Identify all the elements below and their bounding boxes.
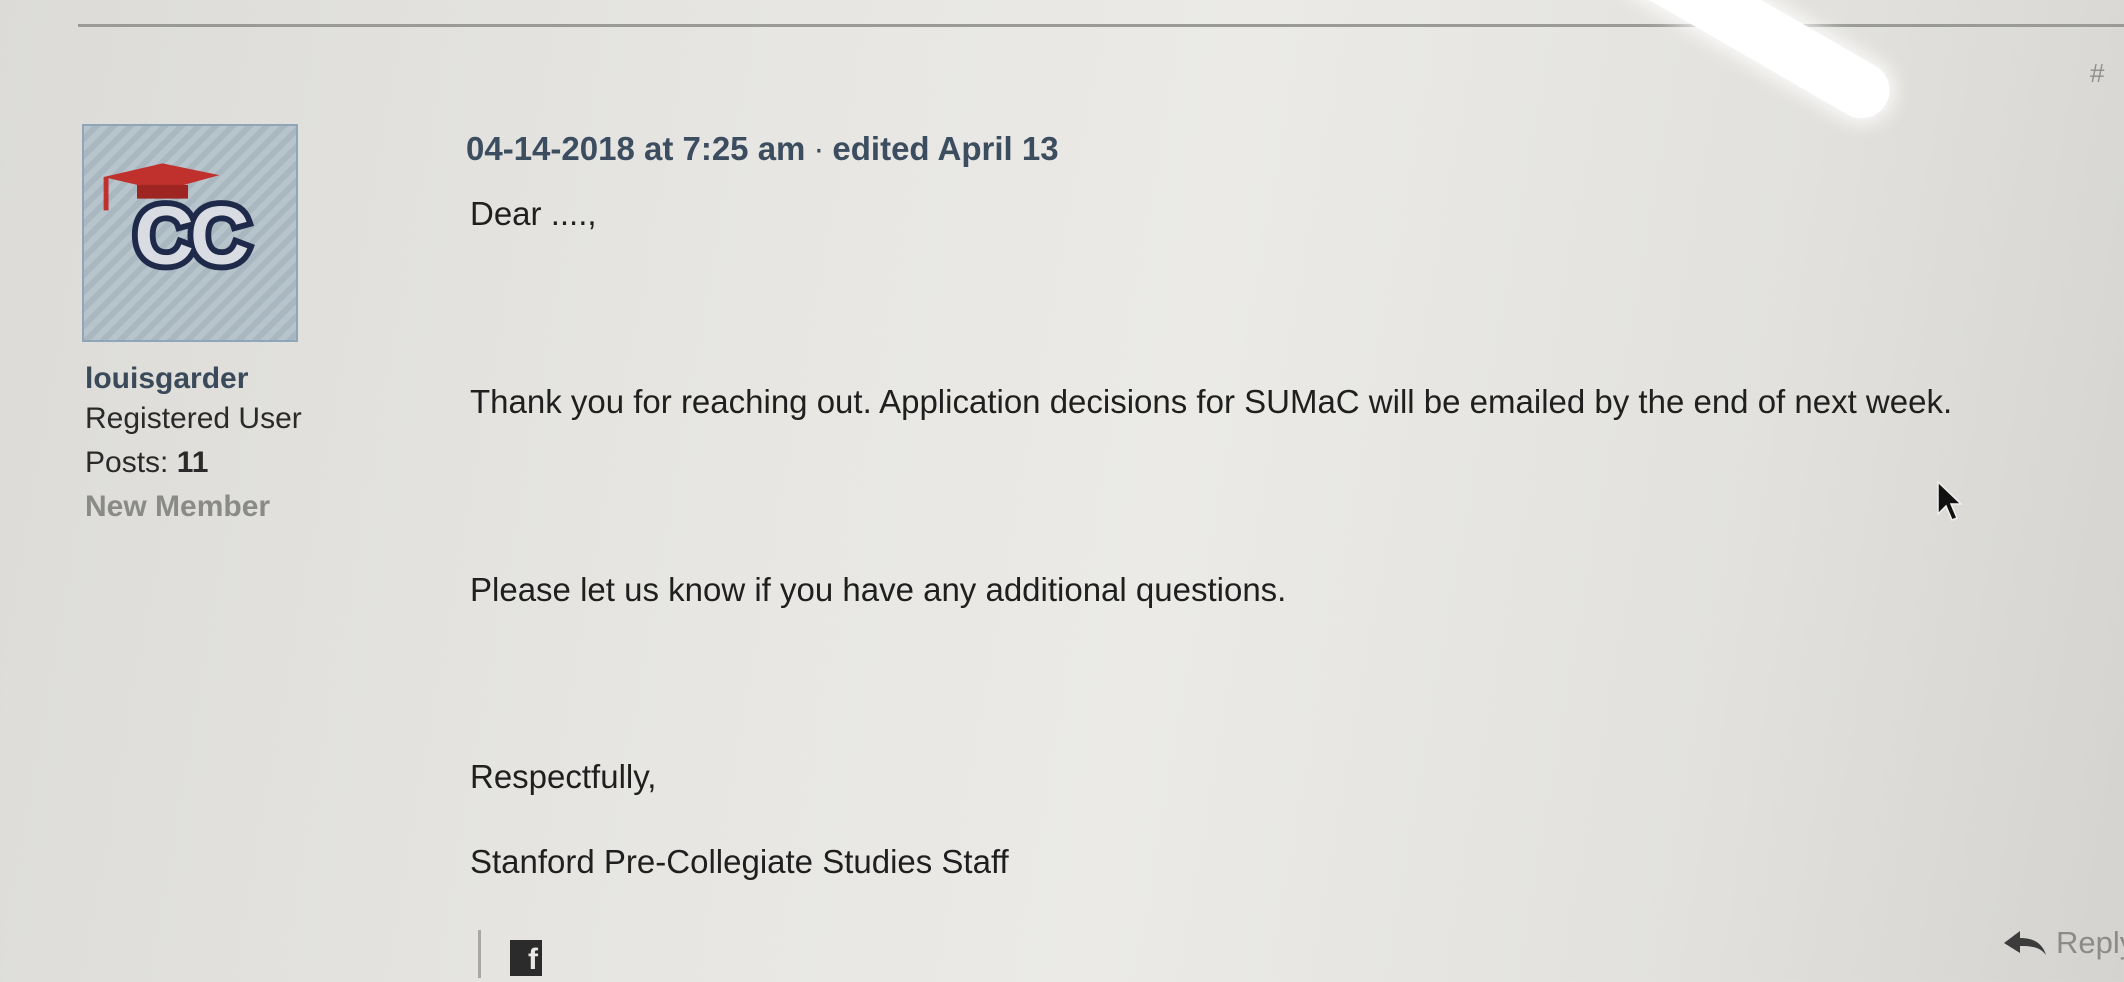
author-name-link[interactable]: louisgarder: [85, 362, 248, 396]
facebook-icon[interactable]: f: [510, 940, 542, 976]
permalink-link[interactable]: #: [2090, 58, 2104, 89]
cc-logo-icon: CC: [103, 163, 258, 287]
mouse-pointer-icon: [1936, 480, 1962, 524]
reply-arrow-icon: [2002, 929, 2048, 957]
posts-count: 11: [176, 446, 209, 479]
screen-glare: [1612, 0, 1900, 129]
post-edited-note: edited April 13: [832, 130, 1059, 167]
post-signature: Stanford Pre-Collegiate Studies Staff: [470, 843, 1009, 880]
post-closing: Respectfully,: [470, 758, 657, 795]
reply-label: Reply: [2056, 925, 2124, 960]
post-top-divider: [78, 24, 2124, 27]
author-post-count: Posts: 11: [85, 446, 208, 480]
meta-separator: ·: [813, 130, 825, 167]
post-date-link[interactable]: 04-14-2018 at 7:25 am: [466, 130, 805, 167]
post-paragraph-1: Thank you for reaching out. Application …: [470, 383, 1953, 420]
footer-divider: [478, 930, 481, 978]
author-rank: New Member: [85, 490, 271, 523]
post-paragraph-2: Please let us know if you have any addit…: [470, 571, 1287, 608]
post-greeting: Dear ....,: [470, 195, 597, 232]
svg-text:CC: CC: [134, 189, 248, 281]
reply-button[interactable]: Reply: [2002, 925, 2124, 961]
posts-label: Posts:: [85, 446, 169, 479]
author-role: Registered User: [85, 402, 302, 435]
post-meta: 04-14-2018 at 7:25 am · edited April 13: [466, 130, 1059, 168]
avatar[interactable]: CC: [82, 124, 298, 342]
